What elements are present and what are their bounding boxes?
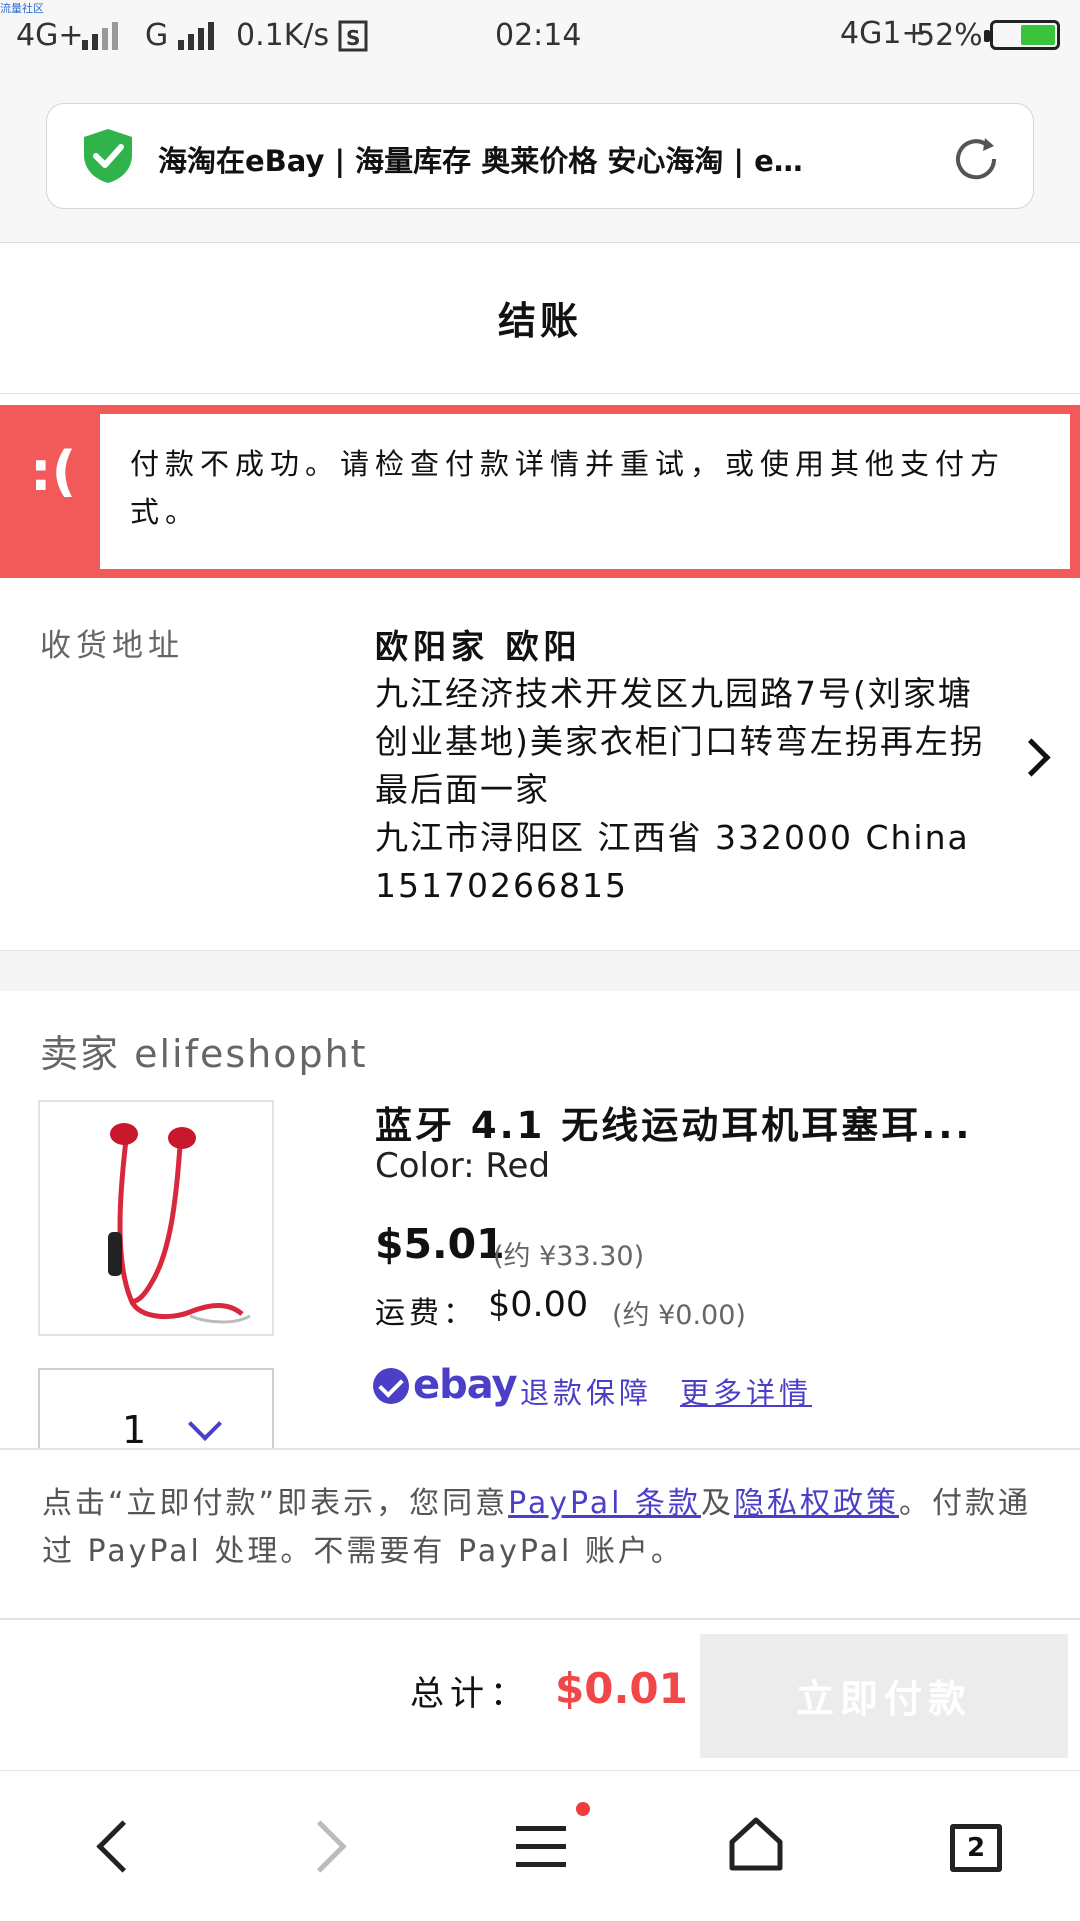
item-variant: Color: Red [375, 1146, 551, 1186]
battery-percent: 52% [916, 18, 983, 53]
error-message: 付款不成功。请检查付款详情并重试，或使用其他支付方式。 [130, 447, 1006, 529]
section-divider [0, 950, 1080, 991]
recipient-name[interactable]: 欧阳家 欧阳 [375, 620, 582, 668]
menu-icon-line-3[interactable] [516, 1862, 566, 1867]
home-icon[interactable] [728, 1816, 784, 1872]
battery-icon [990, 20, 1060, 50]
watermark-tag: 流量社区 [0, 2, 44, 15]
seller-label: 卖家 elifeshopht [40, 1032, 368, 1076]
page-title: 结账 [497, 299, 582, 343]
check-badge-icon [373, 1368, 409, 1404]
shipping-address-label: 收货地址 [40, 628, 184, 664]
shipping-label: 运费： [375, 1296, 477, 1331]
paypal-notice: 点击“立即付款”即表示，您同意PayPal 条款及隐私权政策。付款通过 PayP… [42, 1480, 1042, 1576]
notice-text-2: 及 [700, 1486, 734, 1521]
shield-check-icon [84, 129, 132, 183]
divider [0, 393, 1080, 394]
item-thumbnail[interactable] [38, 1100, 274, 1336]
sad-face-icon: :( [30, 440, 77, 503]
quantity-value[interactable]: 1 [122, 1408, 146, 1452]
address-region[interactable]: 九江市浔阳区 江西省 332000 China [375, 814, 985, 862]
network-indicator-g: G [145, 18, 169, 53]
more-details-link[interactable]: 更多详情 [680, 1370, 812, 1412]
menu-icon-line-2[interactable] [516, 1844, 566, 1849]
menu-icon-line-1[interactable] [516, 1826, 566, 1831]
signal-icon-2 [178, 22, 214, 50]
notice-text-1: 点击“立即付款”即表示，您同意 [42, 1486, 509, 1521]
item-title[interactable]: 蓝牙 4.1 无线运动耳机耳塞耳... [375, 1095, 1035, 1149]
address-street[interactable]: 九江经济技术开发区九园路7号(刘家塘创业基地)美家衣柜门口转弯左拐再左拐最后面一… [375, 670, 985, 814]
shipping-cost-cny: (约 ¥0.00) [612, 1300, 746, 1331]
network-speed: 0.1K/s [236, 18, 330, 53]
paypal-terms-link[interactable]: PayPal 条款 [508, 1486, 701, 1521]
ebay-logo: ebay [413, 1362, 518, 1408]
money-back-guarantee: 退款保障 [520, 1376, 653, 1410]
item-price: $5.01 [375, 1220, 505, 1268]
shipping-cost: $0.00 [488, 1285, 589, 1325]
signal-icon [82, 22, 118, 50]
total-amount: $0.01 [555, 1664, 688, 1713]
svg-text:S: S [346, 26, 360, 50]
network-indicator-left: 4G+ [16, 18, 84, 53]
privacy-policy-link[interactable]: 隐私权政策 [734, 1486, 899, 1521]
address-phone[interactable]: 15170266815 [375, 862, 985, 910]
notification-dot [576, 1802, 590, 1816]
total-label: 总计： [410, 1674, 530, 1714]
chevron-right-icon[interactable] [1012, 738, 1051, 777]
quantity-select[interactable] [38, 1368, 274, 1458]
item-price-cny: (约 ¥33.30) [493, 1241, 645, 1272]
pay-now-label[interactable]: 立即付款 [700, 1668, 1068, 1723]
refresh-icon[interactable] [950, 132, 1004, 186]
earphones-image [108, 1123, 251, 1324]
tabs-button[interactable]: 2 [950, 1824, 1002, 1872]
clock: 02:14 [495, 18, 582, 53]
network-indicator-right: 4G1+ [840, 16, 927, 51]
s-app-icon: S [338, 20, 368, 52]
page-title-in-address-bar[interactable]: 海淘在eBay | 海量库存 奥莱价格 安心海淘 | e… [158, 138, 898, 180]
